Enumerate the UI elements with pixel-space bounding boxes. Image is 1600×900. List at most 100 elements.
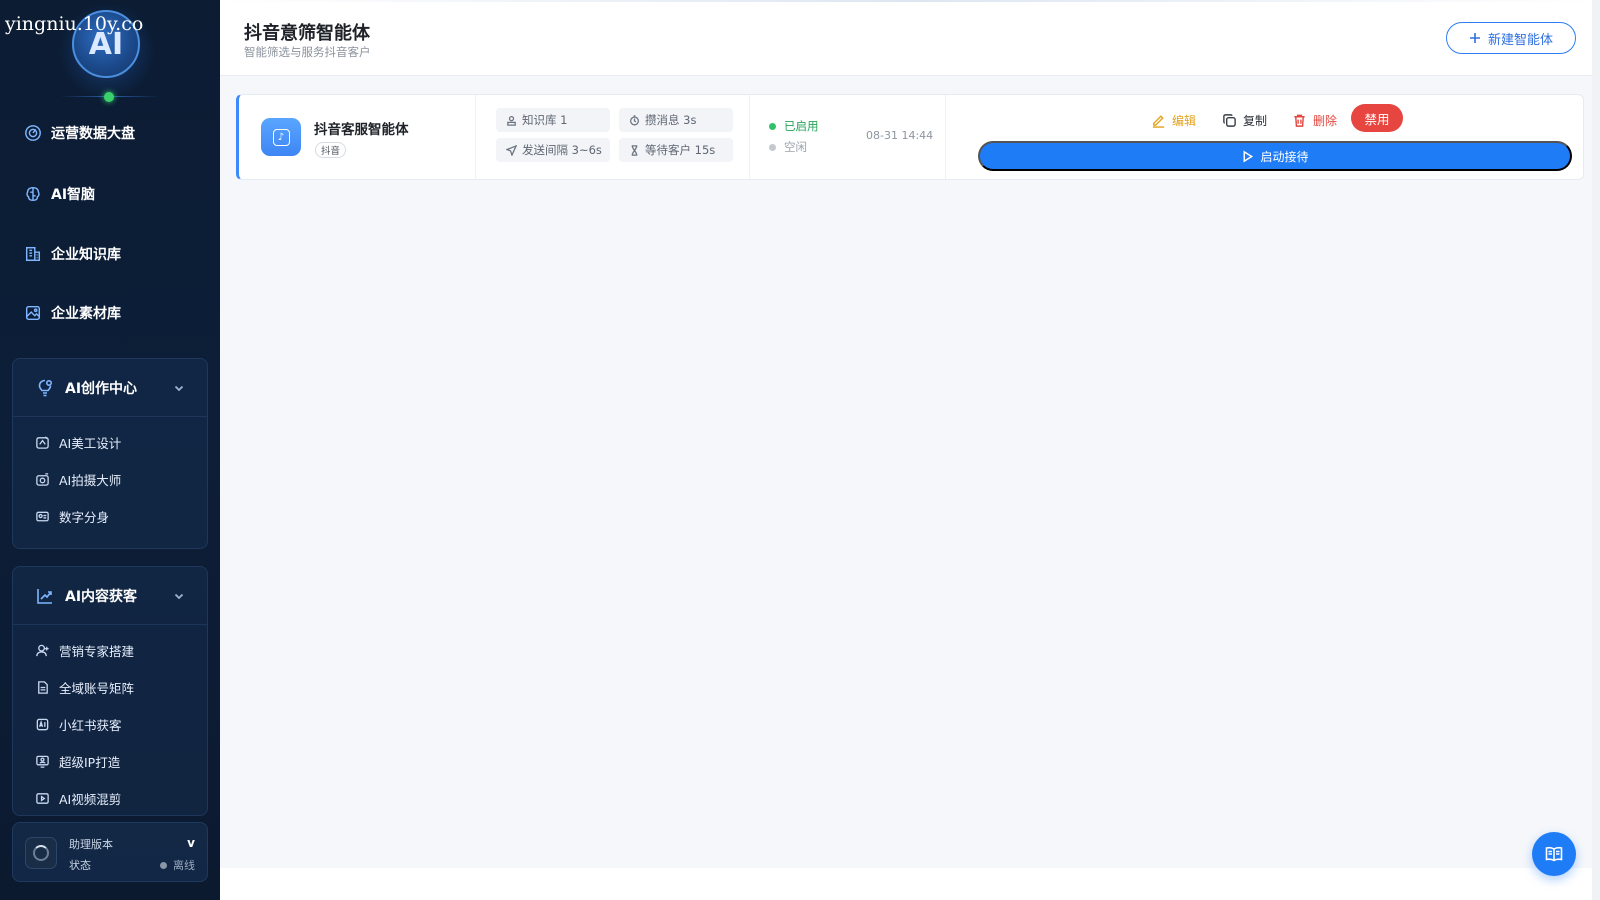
page-header: 抖音意筛智能体 智能筛选与服务抖音客户 新建智能体 — [220, 0, 1600, 76]
sub-item-label: AI拍摄大师 — [59, 473, 122, 488]
new-agent-button-label: 新建智能体 — [1487, 31, 1553, 47]
group-header-ai-content[interactable]: AI内容获客 — [13, 567, 207, 625]
nav-label: 运营数据大盘 — [51, 126, 135, 142]
ai-badge-icon — [36, 718, 49, 731]
camera-icon — [36, 473, 49, 486]
sidebar-item-super-ip[interactable]: 超级IP打造 — [13, 743, 207, 780]
sidebar-item-ai-camera[interactable]: AI拍摄大师 — [13, 461, 207, 498]
updated-timestamp: 08-31 14:44 — [866, 129, 934, 142]
nav-item-knowledge-base[interactable]: 企业知识库 — [24, 242, 121, 266]
chevron-down-icon — [174, 385, 184, 391]
stat-text: 等待客户 15s — [645, 143, 716, 157]
trend-icon — [37, 588, 52, 604]
nav-label: 企业知识库 — [51, 247, 121, 263]
start-reception-button[interactable]: 启动接待 — [978, 141, 1572, 171]
main-content: 抖音意筛智能体 智能筛选与服务抖音客户 新建智能体 ♪ 抖音客服智能体 抖音 知… — [220, 0, 1600, 900]
image-icon — [25, 305, 41, 321]
scrollbar[interactable] — [1592, 0, 1600, 900]
stat-send-interval: 发送间隔 3~6s — [496, 138, 610, 162]
play-icon — [1243, 150, 1254, 162]
copy-button[interactable]: 复制 — [1222, 109, 1267, 131]
stat-text: 知识库 1 — [522, 113, 568, 127]
sub-item-label: 全域账号矩阵 — [59, 681, 135, 696]
platform-tag: 抖音 — [315, 142, 347, 158]
plus-icon — [1469, 33, 1480, 43]
assistant-version-label: 助理版本 — [69, 838, 113, 851]
card-divider — [945, 95, 946, 179]
assistant-version-value: v — [187, 836, 195, 850]
card-divider — [749, 95, 750, 179]
video-icon — [36, 793, 49, 804]
dashboard-icon — [25, 125, 41, 141]
send-icon — [506, 144, 517, 156]
sidebar-item-marketing-expert[interactable]: 营销专家搭建 — [13, 632, 207, 669]
delete-button[interactable]: 删除 — [1292, 109, 1337, 131]
assistant-status-badge: 离线 — [160, 857, 195, 873]
timer-icon — [630, 114, 639, 125]
page-subtitle: 智能筛选与服务抖音客户 — [244, 45, 371, 59]
nav-item-ai-brain[interactable]: AI智脑 — [24, 182, 95, 206]
green-dot-icon — [769, 122, 776, 130]
nav-label: AI智脑 — [51, 187, 96, 203]
sub-item-label: 小红书获客 — [59, 718, 122, 733]
sidebar-item-account-matrix[interactable]: 全域账号矩阵 — [13, 669, 207, 706]
group-ai-content-acquisition: AI内容获客 营销专家搭建 全域账号矩阵 小红书获客 超级IP打造 AI视频混剪 — [12, 566, 208, 816]
assistant-status-label: 状态 — [69, 859, 91, 872]
copy-label: 复制 — [1243, 113, 1268, 128]
sub-item-label: AI美工设计 — [59, 436, 122, 451]
sidebar-item-ai-video-mix[interactable]: AI视频混剪 — [13, 780, 207, 817]
user-icon — [36, 644, 49, 657]
status-idle: 空闲 — [769, 139, 807, 155]
watermark-text: yingniu.10y.co — [5, 13, 144, 35]
loading-spinner-icon — [25, 837, 57, 869]
disable-button[interactable]: 禁用 — [1351, 104, 1403, 132]
assistant-status-value: 离线 — [173, 859, 195, 872]
stat-wait-customer: 等待客户 15s — [619, 138, 733, 162]
group-title: AI创作中心 — [65, 380, 138, 397]
new-agent-button[interactable]: 新建智能体 — [1446, 22, 1576, 54]
trash-icon — [1294, 114, 1305, 127]
agent-name: 抖音客服智能体 — [314, 122, 409, 138]
online-indicator — [104, 92, 114, 102]
sidebar-item-digital-avatar[interactable]: 数字分身 — [13, 498, 207, 535]
stat-text: 发送间隔 3~6s — [522, 143, 602, 157]
copy-icon — [1223, 113, 1236, 127]
start-reception-label: 启动接待 — [1260, 149, 1309, 164]
offline-dot-icon — [160, 861, 167, 869]
monitor-user-icon — [36, 755, 49, 768]
status-idle-text: 空闲 — [784, 140, 807, 154]
edit-label: 编辑 — [1172, 113, 1197, 128]
stat-text: 攒消息 3s — [645, 113, 697, 127]
nav-item-material-library[interactable]: 企业素材库 — [24, 301, 121, 325]
sidebar: yingniu.10y.co AI 运营数据大盘 AI智脑 企业知识库 企业素材… — [0, 0, 220, 900]
book-icon — [1545, 846, 1563, 862]
stat-merge-messages: 攒消息 3s — [619, 108, 733, 132]
sub-item-label: 数字分身 — [59, 510, 110, 525]
group-header-ai-creation[interactable]: AI创作中心 — [13, 359, 207, 417]
edit-button[interactable]: 编辑 — [1151, 109, 1196, 131]
agent-card[interactable]: ♪ 抖音客服智能体 抖音 知识库 1 攒消息 3s 发送间隔 3~6s 等待客户… — [236, 94, 1584, 180]
sidebar-item-xiaohongshu[interactable]: 小红书获客 — [13, 706, 207, 743]
sub-item-label: AI视频混剪 — [59, 792, 122, 807]
knowledge-icon — [507, 115, 516, 126]
brain-icon — [26, 186, 40, 202]
chevron-down-icon — [174, 593, 184, 599]
bulb-gear-icon — [38, 379, 53, 396]
design-icon — [36, 436, 49, 449]
nav-item-dashboard[interactable]: 运营数据大盘 — [24, 121, 135, 145]
building-icon — [25, 246, 41, 262]
status-enabled-text: 已启用 — [784, 119, 819, 133]
stat-knowledge-base: 知识库 1 — [496, 108, 610, 132]
sidebar-item-ai-design[interactable]: AI美工设计 — [13, 424, 207, 461]
douyin-icon: ♪ — [261, 118, 301, 156]
header-top-line — [220, 0, 1600, 2]
hourglass-icon — [631, 144, 638, 156]
page-title: 抖音意筛智能体 — [244, 23, 370, 44]
group-ai-creation-center: AI创作中心 AI美工设计 AI拍摄大师 数字分身 — [12, 358, 208, 549]
help-docs-button[interactable] — [1532, 832, 1576, 876]
bottom-bar — [220, 868, 1600, 900]
document-icon — [38, 681, 48, 694]
assistant-status-panel[interactable]: 助理版本 状态 v 离线 — [12, 822, 208, 882]
group-title: AI内容获客 — [65, 588, 138, 605]
pencil-icon — [1152, 114, 1165, 128]
